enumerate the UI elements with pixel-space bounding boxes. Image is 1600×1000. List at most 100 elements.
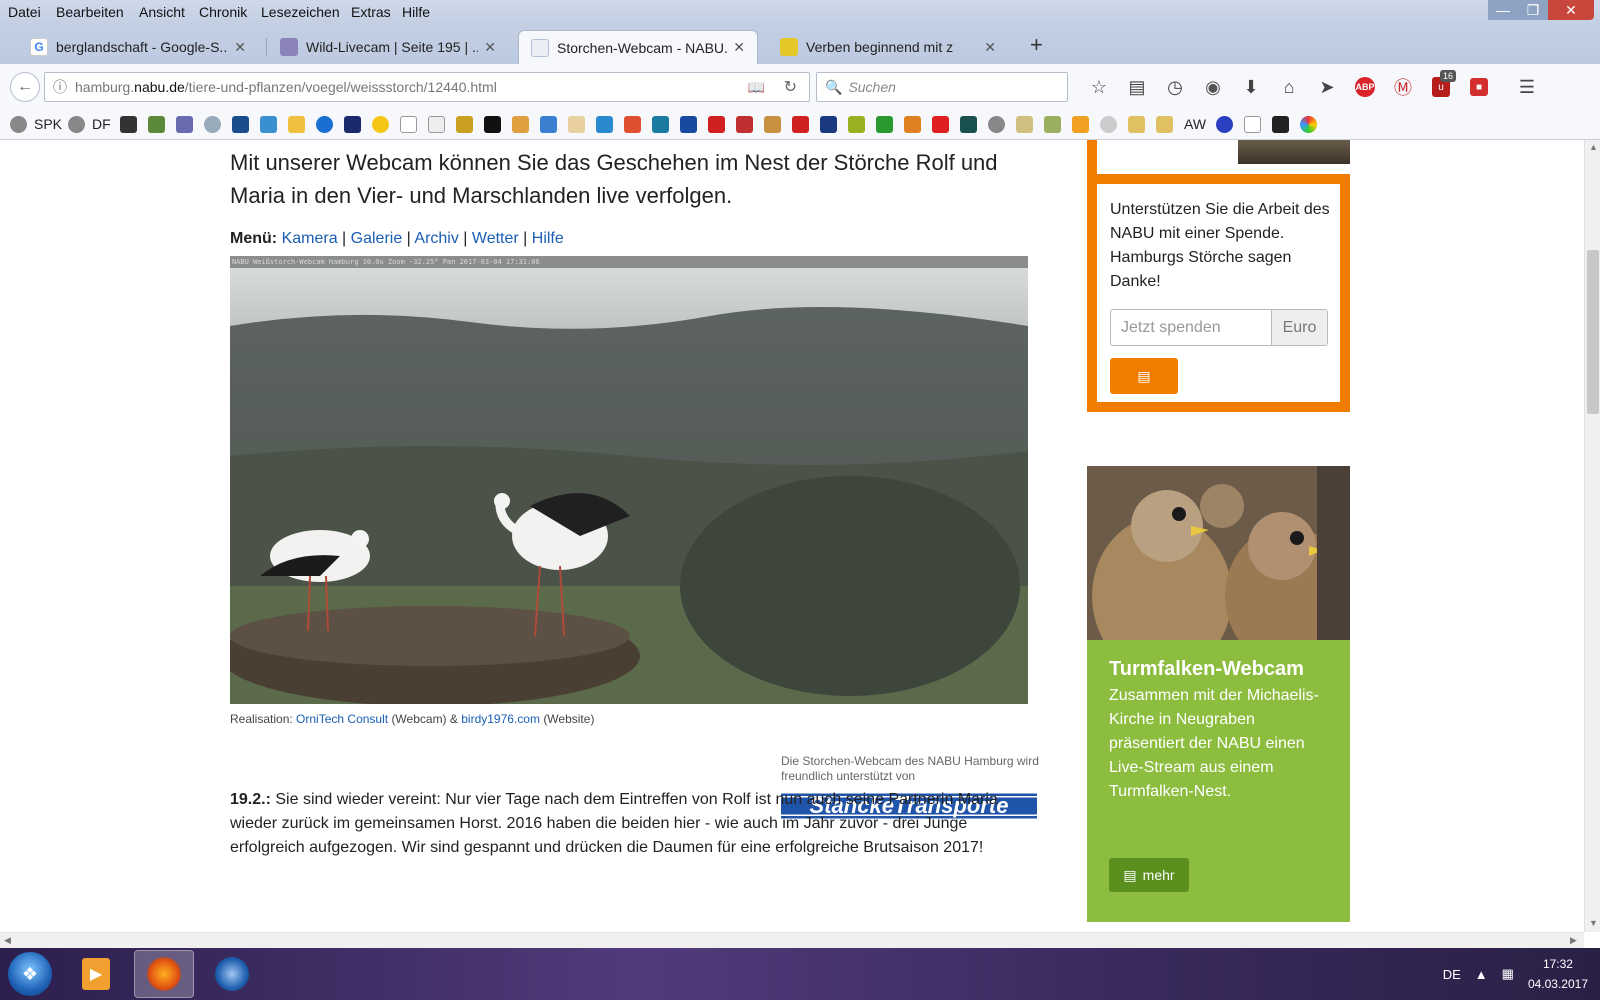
scroll-thumb[interactable] bbox=[1587, 250, 1599, 414]
bookmark-icon[interactable] bbox=[904, 116, 921, 133]
bookmark-icon[interactable] bbox=[820, 116, 837, 133]
kestrel-image[interactable] bbox=[1087, 466, 1350, 640]
globe-icon[interactable] bbox=[68, 116, 85, 133]
bookmark-icon[interactable] bbox=[568, 116, 585, 133]
tab-wild-livecam[interactable]: Wild-Livecam | Seite 195 | ... ✕ bbox=[268, 30, 508, 64]
youtube-icon[interactable] bbox=[932, 116, 949, 133]
info-icon[interactable]: ⓘ bbox=[45, 77, 75, 97]
bookmark-icon[interactable] bbox=[540, 116, 557, 133]
menu-hilfe[interactable]: Hilfe bbox=[402, 4, 430, 20]
bookmark-icon[interactable] bbox=[1072, 116, 1089, 133]
maximize-button[interactable]: ❐ bbox=[1518, 0, 1548, 20]
bookmark-icon[interactable] bbox=[260, 116, 277, 133]
show-hidden-icons-icon[interactable]: ▲ bbox=[1475, 967, 1488, 982]
bookmark-icon[interactable] bbox=[680, 116, 697, 133]
horizontal-scrollbar[interactable]: ◀ ▶ bbox=[0, 932, 1584, 948]
bookmark-icon[interactable] bbox=[484, 116, 501, 133]
scroll-down-icon[interactable]: ▼ bbox=[1589, 918, 1598, 928]
adblock-icon[interactable]: ABP bbox=[1346, 72, 1384, 102]
media-player-app[interactable]: ▶ bbox=[66, 950, 126, 998]
tab-verben[interactable]: Verben beginnend mit z ✕ bbox=[768, 30, 1008, 64]
bookmark-df[interactable]: DF bbox=[92, 116, 111, 132]
bookmark-icon[interactable] bbox=[1216, 116, 1233, 133]
bookmark-icon[interactable] bbox=[708, 116, 725, 133]
pocket-icon[interactable]: ◉ bbox=[1194, 72, 1232, 102]
close-tab-icon[interactable]: ✕ bbox=[733, 39, 745, 56]
start-button[interactable]: ❖ bbox=[8, 952, 52, 996]
link-galerie[interactable]: Galerie bbox=[351, 230, 403, 247]
download-icon[interactable]: ⬇ bbox=[1232, 72, 1270, 102]
menu-extras[interactable]: Extras bbox=[351, 4, 391, 20]
search-input[interactable]: 🔍 Suchen bbox=[816, 72, 1068, 102]
wikipedia-icon[interactable] bbox=[400, 116, 417, 133]
language-indicator[interactable]: DE bbox=[1443, 967, 1461, 982]
scroll-left-icon[interactable]: ◀ bbox=[4, 935, 11, 946]
bookmark-icon[interactable] bbox=[148, 116, 165, 133]
minimize-button[interactable]: — bbox=[1488, 0, 1518, 20]
ublock-icon[interactable]: u 16 bbox=[1422, 70, 1460, 102]
bookmarks-library-icon[interactable]: ▤ bbox=[1118, 72, 1156, 102]
new-tab-button[interactable]: + bbox=[1030, 32, 1043, 58]
thunderbird-app[interactable] bbox=[202, 950, 262, 998]
tab-google[interactable]: G berglandschaft - Google-S... ✕ bbox=[18, 30, 258, 64]
send-icon[interactable]: ➤ bbox=[1308, 72, 1346, 102]
bookmark-icon[interactable] bbox=[848, 116, 865, 133]
bookmark-icon[interactable] bbox=[344, 116, 361, 133]
vertical-scrollbar[interactable]: ▲ ▼ bbox=[1584, 140, 1600, 932]
wiktionary-icon[interactable] bbox=[428, 116, 445, 133]
link-archiv[interactable]: Archiv bbox=[414, 230, 458, 247]
back-button[interactable]: ← bbox=[10, 72, 40, 102]
nest-thumbnail[interactable] bbox=[1238, 140, 1350, 164]
bookmark-icon[interactable] bbox=[120, 116, 137, 133]
bookmark-icon[interactable] bbox=[456, 116, 473, 133]
bookmark-icon[interactable] bbox=[596, 116, 613, 133]
bookmark-icon[interactable] bbox=[624, 116, 641, 133]
clock[interactable]: 17:32 04.03.2017 bbox=[1528, 954, 1588, 994]
bookmark-icon[interactable] bbox=[1300, 116, 1317, 133]
bookmark-icon[interactable] bbox=[176, 116, 193, 133]
bookmark-spk[interactable]: SPK bbox=[34, 116, 62, 132]
close-window-button[interactable]: ✕ bbox=[1548, 0, 1594, 20]
donate-submit-button[interactable]: ▤ bbox=[1110, 358, 1178, 394]
addon-icon[interactable]: ■ bbox=[1460, 72, 1498, 102]
bookmark-icon[interactable] bbox=[288, 116, 305, 133]
donation-amount-field[interactable]: Jetzt spenden Euro bbox=[1110, 309, 1328, 346]
bookmark-icon[interactable] bbox=[1100, 116, 1117, 133]
bookmark-aw[interactable]: AW bbox=[1184, 116, 1206, 132]
bookmark-icon[interactable] bbox=[652, 116, 669, 133]
bookmark-icon[interactable] bbox=[764, 116, 781, 133]
close-tab-icon[interactable]: ✕ bbox=[984, 39, 996, 56]
home-icon[interactable]: ⌂ bbox=[1270, 72, 1308, 102]
close-tab-icon[interactable]: ✕ bbox=[234, 39, 246, 56]
close-tab-icon[interactable]: ✕ bbox=[484, 39, 496, 56]
scroll-up-icon[interactable]: ▲ bbox=[1589, 142, 1598, 152]
link-ornitech[interactable]: OrniTech Consult bbox=[296, 712, 388, 726]
bookmark-icon[interactable] bbox=[792, 116, 809, 133]
bookmark-icon[interactable] bbox=[316, 116, 333, 133]
link-kamera[interactable]: Kamera bbox=[282, 230, 338, 247]
globe-icon[interactable] bbox=[988, 116, 1005, 133]
webcam-image[interactable]: NABU Weißstorch-Webcam Hamburg 10.0x Zoo… bbox=[230, 256, 1028, 704]
firefox-app[interactable] bbox=[134, 950, 194, 998]
amazon-icon[interactable] bbox=[1244, 116, 1261, 133]
link-hilfe[interactable]: Hilfe bbox=[532, 230, 564, 247]
link-birdy[interactable]: birdy1976.com bbox=[461, 712, 540, 726]
bookmark-icon[interactable] bbox=[1156, 116, 1173, 133]
bookmark-star-icon[interactable]: ☆ bbox=[1080, 72, 1118, 102]
bookmark-icon[interactable] bbox=[876, 116, 893, 133]
menu-bearbeiten[interactable]: Bearbeiten bbox=[56, 4, 124, 20]
bookmark-icon[interactable] bbox=[736, 116, 753, 133]
reader-view-icon[interactable]: 📖 bbox=[748, 79, 765, 96]
bookmark-icon[interactable] bbox=[1044, 116, 1061, 133]
tab-storchen-webcam[interactable]: Storchen-Webcam - NABU... ✕ bbox=[518, 30, 758, 64]
bookmark-icon[interactable] bbox=[960, 116, 977, 133]
link-wetter[interactable]: Wetter bbox=[472, 230, 519, 247]
bookmark-icon[interactable] bbox=[1128, 116, 1145, 133]
more-button[interactable]: ▤ mehr bbox=[1109, 858, 1189, 892]
bookmark-icon[interactable] bbox=[1016, 116, 1033, 133]
smiley-icon[interactable] bbox=[372, 116, 389, 133]
extension-icon[interactable]: Ⓜ bbox=[1384, 72, 1422, 102]
history-icon[interactable]: ◷ bbox=[1156, 72, 1194, 102]
scroll-right-icon[interactable]: ▶ bbox=[1570, 935, 1577, 946]
globe-icon[interactable] bbox=[10, 116, 27, 133]
